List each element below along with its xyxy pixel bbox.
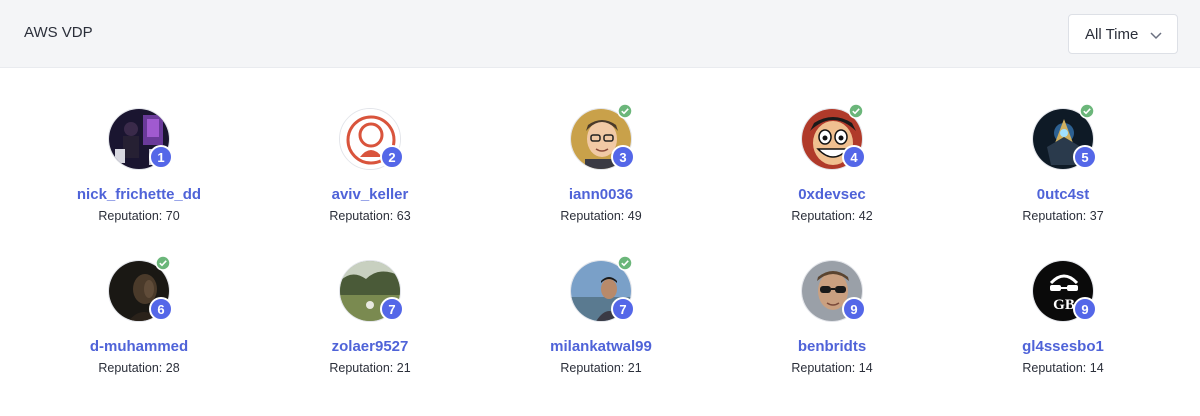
rank-badge: 4 bbox=[842, 145, 866, 169]
avatar-link[interactable]: 9 bbox=[801, 260, 866, 322]
reputation-text: Reputation: 21 bbox=[329, 361, 411, 375]
leaderboard-entry: 6 d-muhammed Reputation: 28 bbox=[24, 255, 254, 375]
rank-badge: 9 bbox=[1073, 297, 1097, 321]
time-range-value: All Time bbox=[1085, 25, 1139, 43]
verified-check-icon bbox=[848, 103, 864, 119]
rank-badge: 1 bbox=[149, 145, 173, 169]
reputation-text: Reputation: 49 bbox=[560, 209, 642, 223]
username-link[interactable]: gl4ssesbo1 bbox=[1022, 338, 1104, 355]
leaderboard-entry: 3 iann0036 Reputation: 49 bbox=[486, 103, 716, 223]
svg-text:GB: GB bbox=[1053, 297, 1075, 313]
chevron-down-icon bbox=[1150, 32, 1162, 40]
verified-check-icon bbox=[617, 255, 633, 271]
avatar-link[interactable]: 6 bbox=[108, 255, 173, 322]
avatar-link[interactable]: 3 bbox=[570, 103, 635, 170]
reputation-text: Reputation: 21 bbox=[560, 361, 642, 375]
rank-badge: 3 bbox=[611, 145, 635, 169]
username-link[interactable]: zolaer9527 bbox=[332, 338, 409, 355]
username-link[interactable]: 0utc4st bbox=[1037, 186, 1090, 203]
avatar-link[interactable]: 4 bbox=[801, 103, 866, 170]
leaderboard-entry: 4 0xdevsec Reputation: 42 bbox=[717, 103, 947, 223]
leaderboard-entry: 2 aviv_keller Reputation: 63 bbox=[255, 108, 485, 223]
program-title: AWS VDP bbox=[24, 24, 93, 41]
avatar-link[interactable]: 7 bbox=[339, 260, 404, 322]
rank-badge: 7 bbox=[380, 297, 404, 321]
time-range-select[interactable]: All Time bbox=[1068, 14, 1178, 54]
avatar-link[interactable]: 2 bbox=[339, 108, 404, 170]
leaderboard-entry: 5 0utc4st Reputation: 37 bbox=[948, 103, 1178, 223]
reputation-text: Reputation: 42 bbox=[791, 209, 873, 223]
rank-badge: 2 bbox=[380, 145, 404, 169]
username-link[interactable]: iann0036 bbox=[569, 186, 633, 203]
avatar-link[interactable]: 7 bbox=[570, 255, 635, 322]
username-link[interactable]: benbridts bbox=[798, 338, 866, 355]
page-header: AWS VDP All Time bbox=[0, 0, 1200, 68]
username-link[interactable]: d-muhammed bbox=[90, 338, 188, 355]
rank-badge: 6 bbox=[149, 297, 173, 321]
reputation-text: Reputation: 28 bbox=[98, 361, 180, 375]
username-link[interactable]: 0xdevsec bbox=[798, 186, 866, 203]
rank-badge: 9 bbox=[842, 297, 866, 321]
leaderboard-entry: 1 nick_frichette_dd Reputation: 70 bbox=[24, 108, 254, 223]
reputation-text: Reputation: 37 bbox=[1022, 209, 1104, 223]
reputation-text: Reputation: 63 bbox=[329, 209, 411, 223]
verified-check-icon bbox=[1079, 103, 1095, 119]
username-link[interactable]: milankatwal99 bbox=[550, 338, 652, 355]
leaderboard-entry: 9 benbridts Reputation: 14 bbox=[717, 260, 947, 375]
avatar-link[interactable]: 1 bbox=[108, 108, 173, 170]
avatar-link[interactable]: GB 9 bbox=[1032, 260, 1097, 322]
rank-badge: 7 bbox=[611, 297, 635, 321]
leaderboard-entry: 7 milankatwal99 Reputation: 21 bbox=[486, 255, 716, 375]
reputation-text: Reputation: 14 bbox=[1022, 361, 1104, 375]
username-link[interactable]: nick_frichette_dd bbox=[77, 186, 201, 203]
rank-badge: 5 bbox=[1073, 145, 1097, 169]
verified-check-icon bbox=[617, 103, 633, 119]
reputation-text: Reputation: 14 bbox=[791, 361, 873, 375]
username-link[interactable]: aviv_keller bbox=[332, 186, 409, 203]
leaderboard-entry: GB 9 gl4ssesbo1 Reputation: 14 bbox=[948, 260, 1178, 375]
avatar-link[interactable]: 5 bbox=[1032, 103, 1097, 170]
leaderboard-entry: 7 zolaer9527 Reputation: 21 bbox=[255, 260, 485, 375]
reputation-text: Reputation: 70 bbox=[98, 209, 180, 223]
verified-check-icon bbox=[155, 255, 171, 271]
